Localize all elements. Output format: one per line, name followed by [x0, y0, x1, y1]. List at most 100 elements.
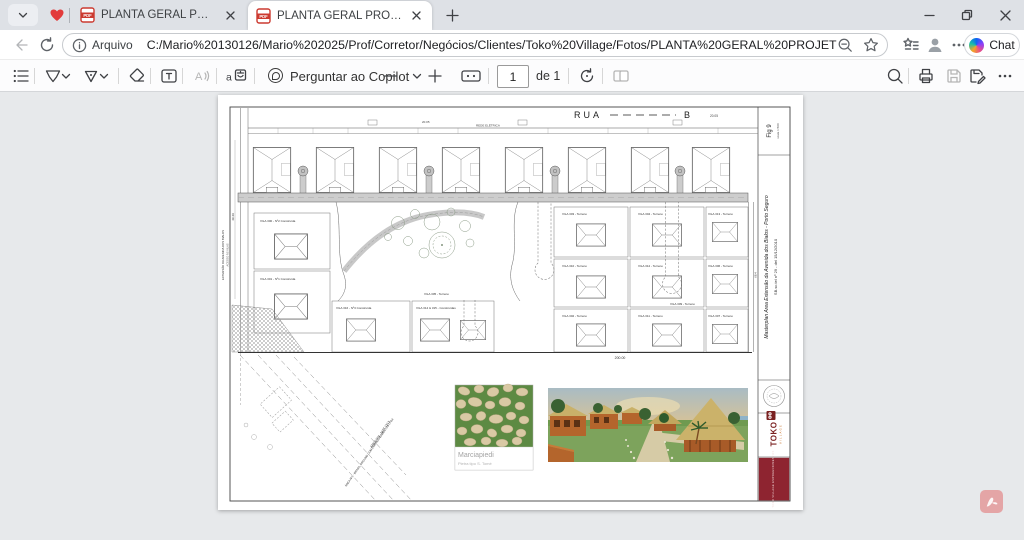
svg-text:SB.sc.tel nº 29 - del 15/12/20: SB.sc.tel nº 29 - del 15/12/2010	[773, 238, 778, 295]
acrobat-icon	[985, 495, 999, 509]
page-view-icon[interactable]	[612, 67, 630, 85]
svg-text:200.00: 200.00	[615, 356, 626, 360]
svg-text:20.05: 20.05	[422, 120, 430, 124]
top-houses-row	[253, 147, 729, 195]
copilot-chat-button[interactable]: Chat	[964, 33, 1020, 57]
browser-window: PDF PLANTA GERAL PROJETO.pdf PDF PLANTA …	[0, 0, 1024, 540]
pen-dropdown-icon[interactable]	[99, 67, 109, 85]
search-document-icon[interactable]	[886, 67, 904, 85]
read-aloud-icon[interactable]: A	[192, 67, 210, 85]
svg-text:20.05: 20.05	[710, 114, 718, 118]
stamp-seal	[764, 386, 785, 407]
svg-text:49.49: 49.49	[231, 213, 235, 221]
url-text: C:/Mario%20130126/Mario%202025/Prof/Corr…	[147, 38, 837, 52]
url-scheme-label: Arquivo	[92, 38, 133, 52]
svg-text:VILA 307 - Terreno: VILA 307 - Terreno	[708, 314, 733, 318]
svg-text:VILA 301 - Nº1 Construída: VILA 301 - Nº1 Construída	[260, 277, 296, 281]
fit-to-width-icon[interactable]	[460, 67, 482, 85]
svg-text:VILA 310 - Terreno: VILA 310 - Terreno	[562, 264, 587, 268]
collections-icon[interactable]	[902, 36, 920, 54]
svg-text:TOKO: TOKO	[770, 422, 779, 447]
lot: VILA 311 - Terreno	[630, 309, 704, 352]
lots-grid: VILA 303 - Terreno VILA 304 - Terreno VI…	[554, 207, 748, 352]
acrobat-extension-button[interactable]	[980, 490, 1003, 513]
rotate-icon[interactable]	[578, 67, 596, 85]
street-title: RUA B 20.05	[574, 110, 718, 120]
maximize-button[interactable]	[948, 0, 986, 30]
lot: VILA 307 - Terreno	[706, 309, 748, 352]
highlighter-dropdown-icon[interactable]	[61, 67, 71, 85]
tab-close-icon[interactable]	[222, 7, 238, 23]
pinned-tab[interactable]	[44, 3, 70, 27]
pdf-page: RUA B 20.05 REDE ELÉTRICA 20.05	[218, 95, 803, 510]
copilot-dropdown-icon[interactable]	[412, 67, 422, 85]
lot: VILA 302 - Terreno	[554, 309, 628, 352]
zoom-in-button-icon[interactable]	[426, 67, 444, 85]
svg-text:VILA 311 - Terreno: VILA 311 - Terreno	[638, 314, 663, 318]
plus-icon	[446, 9, 459, 22]
table-of-contents-icon[interactable]	[12, 67, 30, 85]
svg-text:B: B	[684, 110, 690, 120]
zoom-out-button-icon[interactable]	[382, 67, 400, 85]
driveways	[298, 166, 685, 195]
save-as-icon[interactable]	[968, 67, 986, 85]
lot: VILA 313 - Terreno	[706, 207, 748, 257]
pdf-file-icon: PDF	[256, 8, 271, 24]
address-bar[interactable]: Arquivo C:/Mario%20130126/Mario%202025/P…	[62, 33, 888, 57]
toko-logo: TOKO VILLAGE	[767, 411, 783, 446]
tab-title: PLANTA GERAL PROJETO.pdf	[277, 10, 402, 22]
svg-text:PDF: PDF	[83, 13, 92, 18]
tab-search-button[interactable]	[8, 4, 38, 26]
refresh-icon[interactable]	[38, 36, 56, 54]
svg-text:ÁREA Nº1 - BRASIL GROUND COM E: ÁREA Nº1 - BRASIL GROUND COM EMPREENDIME…	[344, 417, 395, 487]
chat-label: Chat	[989, 38, 1014, 52]
toolbar-more-icon[interactable]	[996, 67, 1014, 85]
chevron-down-icon	[17, 9, 29, 21]
pdf-file-icon: PDF	[80, 7, 95, 23]
svg-text:EXTENSÃO DA AVENIDA DOS BIALOS: EXTENSÃO DA AVENIDA DOS BIALOS	[220, 230, 225, 280]
lot: VILA 306 - Terreno	[706, 259, 748, 307]
minimize-button[interactable]	[910, 0, 948, 30]
favorite-star-icon[interactable]	[863, 37, 879, 53]
print-icon[interactable]	[917, 67, 935, 85]
svg-text:VILA 313 - Terreno: VILA 313 - Terreno	[708, 212, 733, 216]
svg-text:VILA 312 - Terreno: VILA 312 - Terreno	[638, 264, 663, 268]
copilot-logo-icon	[268, 68, 283, 83]
tab-2-active[interactable]: PDF PLANTA GERAL PROJETO.pdf	[248, 1, 432, 30]
highlighter-icon[interactable]	[44, 67, 62, 85]
svg-text:VILA 305 - Terreno: VILA 305 - Terreno	[424, 292, 449, 296]
translate-icon[interactable]: a	[226, 67, 248, 85]
lot: VILA 303 - Terreno	[554, 207, 628, 257]
svg-text:ACESSO ÀS VILAS: ACESSO ÀS VILAS	[226, 243, 230, 266]
svg-text:Marciapiedi: Marciapiedi	[458, 452, 494, 459]
svg-text:VILLAGE: VILLAGE	[779, 424, 783, 444]
profile-avatar-icon[interactable]	[926, 36, 944, 54]
svg-text:a: a	[226, 72, 232, 84]
save-icon[interactable]	[945, 67, 963, 85]
lot: VILA 312 - Terreno	[630, 259, 704, 307]
tab-close-icon[interactable]	[408, 8, 424, 24]
title-block: Fig 9 scala 1:500 Masterplan Area Extens…	[759, 123, 789, 508]
tab-1[interactable]: PDF PLANTA GERAL PROJETO.pdf	[72, 0, 246, 30]
new-tab-button[interactable]	[440, 5, 464, 25]
svg-text:VILA 303 - Terreno: VILA 303 - Terreno	[562, 212, 587, 216]
add-text-icon[interactable]	[160, 67, 178, 85]
info-icon[interactable]	[72, 38, 87, 53]
page-number-input[interactable]: 1	[497, 65, 529, 88]
back-icon[interactable]	[12, 36, 30, 54]
pen-icon[interactable]	[82, 67, 100, 85]
close-button[interactable]	[986, 0, 1024, 30]
svg-text:68.4: 68.4	[754, 272, 758, 278]
svg-text:VILA 314 & 315 - Construídas: VILA 314 & 315 - Construídas	[416, 306, 456, 310]
svg-text:RUA: RUA	[574, 110, 602, 120]
svg-text:VILA 300 - Nº2 Construída: VILA 300 - Nº2 Construída	[260, 219, 296, 223]
svg-text:VILA 302 - Terreno: VILA 302 - Terreno	[562, 314, 587, 318]
svg-text:VILA 304 - Terreno: VILA 304 - Terreno	[638, 212, 663, 216]
tab-divider	[69, 8, 70, 23]
eraser-icon[interactable]	[128, 67, 146, 85]
svg-text:Fig 9: Fig 9	[767, 124, 773, 138]
pdf-canvas[interactable]: RUA B 20.05 REDE ELÉTRICA 20.05	[0, 92, 1024, 540]
zoom-out-icon[interactable]	[837, 37, 853, 53]
svg-text:VILA 309 - Terreno: VILA 309 - Terreno	[670, 302, 695, 306]
navigation-bar: Arquivo C:/Mario%20130126/Mario%202025/P…	[0, 30, 1024, 60]
